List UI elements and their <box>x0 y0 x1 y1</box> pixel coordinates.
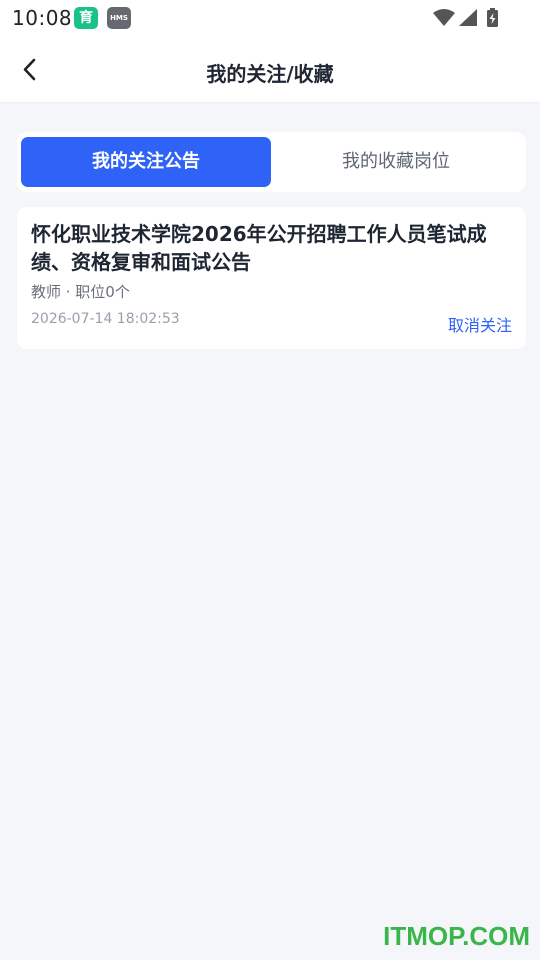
announcement-card[interactable]: 怀化职业技术学院2026年公开招聘工作人员笔试成绩、资格复审和面试公告 教师 ·… <box>17 207 526 349</box>
page-title: 我的关注/收藏 <box>206 62 334 86</box>
status-icons <box>433 8 498 27</box>
status-bar: 10:08 育 HMS <box>0 0 540 38</box>
tab-switcher: 我的关注公告 我的收藏岗位 <box>17 132 526 192</box>
wifi-icon <box>433 9 455 26</box>
signal-icon <box>459 9 477 26</box>
watermark: ITMOP.COM <box>383 921 530 951</box>
status-time: 10:08 <box>12 6 73 30</box>
announcement-title: 怀化职业技术学院2026年公开招聘工作人员笔试成绩、资格复审和面试公告 <box>31 222 487 274</box>
nav-bar: 我的关注/收藏 <box>0 38 540 102</box>
hms-notification-icon: HMS <box>107 7 131 29</box>
battery-charging-icon <box>487 8 498 27</box>
tab-saved-positions[interactable]: 我的收藏岗位 <box>271 137 521 187</box>
announcement-datetime: 2026-07-14 18:02:53 <box>31 311 180 327</box>
announcement-meta: 教师 · 职位0个 <box>31 283 130 301</box>
app-notification-icon: 育 <box>74 7 98 29</box>
tab-followed-announcements[interactable]: 我的关注公告 <box>21 137 271 187</box>
unfollow-button[interactable]: 取消关注 <box>448 312 512 336</box>
